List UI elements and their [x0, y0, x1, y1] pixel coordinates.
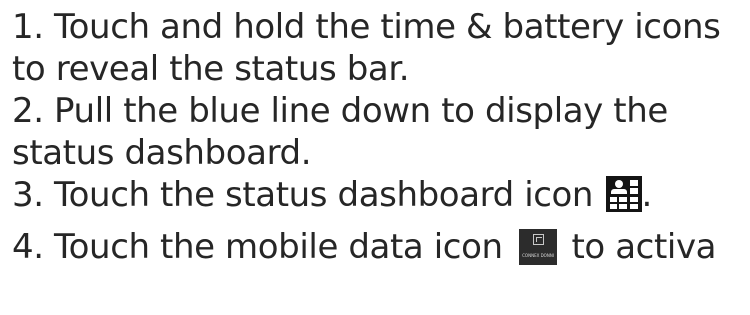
- mobile-data-icon-caption: CONNEX DONNI: [522, 252, 554, 258]
- step-4: 4. Touch the mobile data icon CONNEX DON…: [12, 226, 750, 268]
- instruction-steps: 1. Touch and hold the time & battery ico…: [12, 6, 750, 268]
- step-1-line-2: to reveal the status bar.: [12, 49, 410, 89]
- step-2-line-2: status dashboard.: [12, 133, 312, 173]
- step-4-text: 4. Touch the mobile data icon: [12, 227, 503, 267]
- step-3-text: 3. Touch the status dashboard icon: [12, 175, 594, 215]
- mobile-data-icon: CONNEX DONNI: [519, 228, 558, 265]
- step-4-continuation: to activa: [571, 227, 717, 267]
- step-3: 3. Touch the status dashboard icon .: [12, 174, 750, 216]
- step-2-line-1: 2. Pull the blue line down to display th…: [12, 91, 668, 131]
- step-1-line-1: 1. Touch and hold the time & battery ico…: [12, 7, 721, 47]
- status-dashboard-icon: [605, 175, 642, 212]
- step-3-period: .: [641, 175, 653, 215]
